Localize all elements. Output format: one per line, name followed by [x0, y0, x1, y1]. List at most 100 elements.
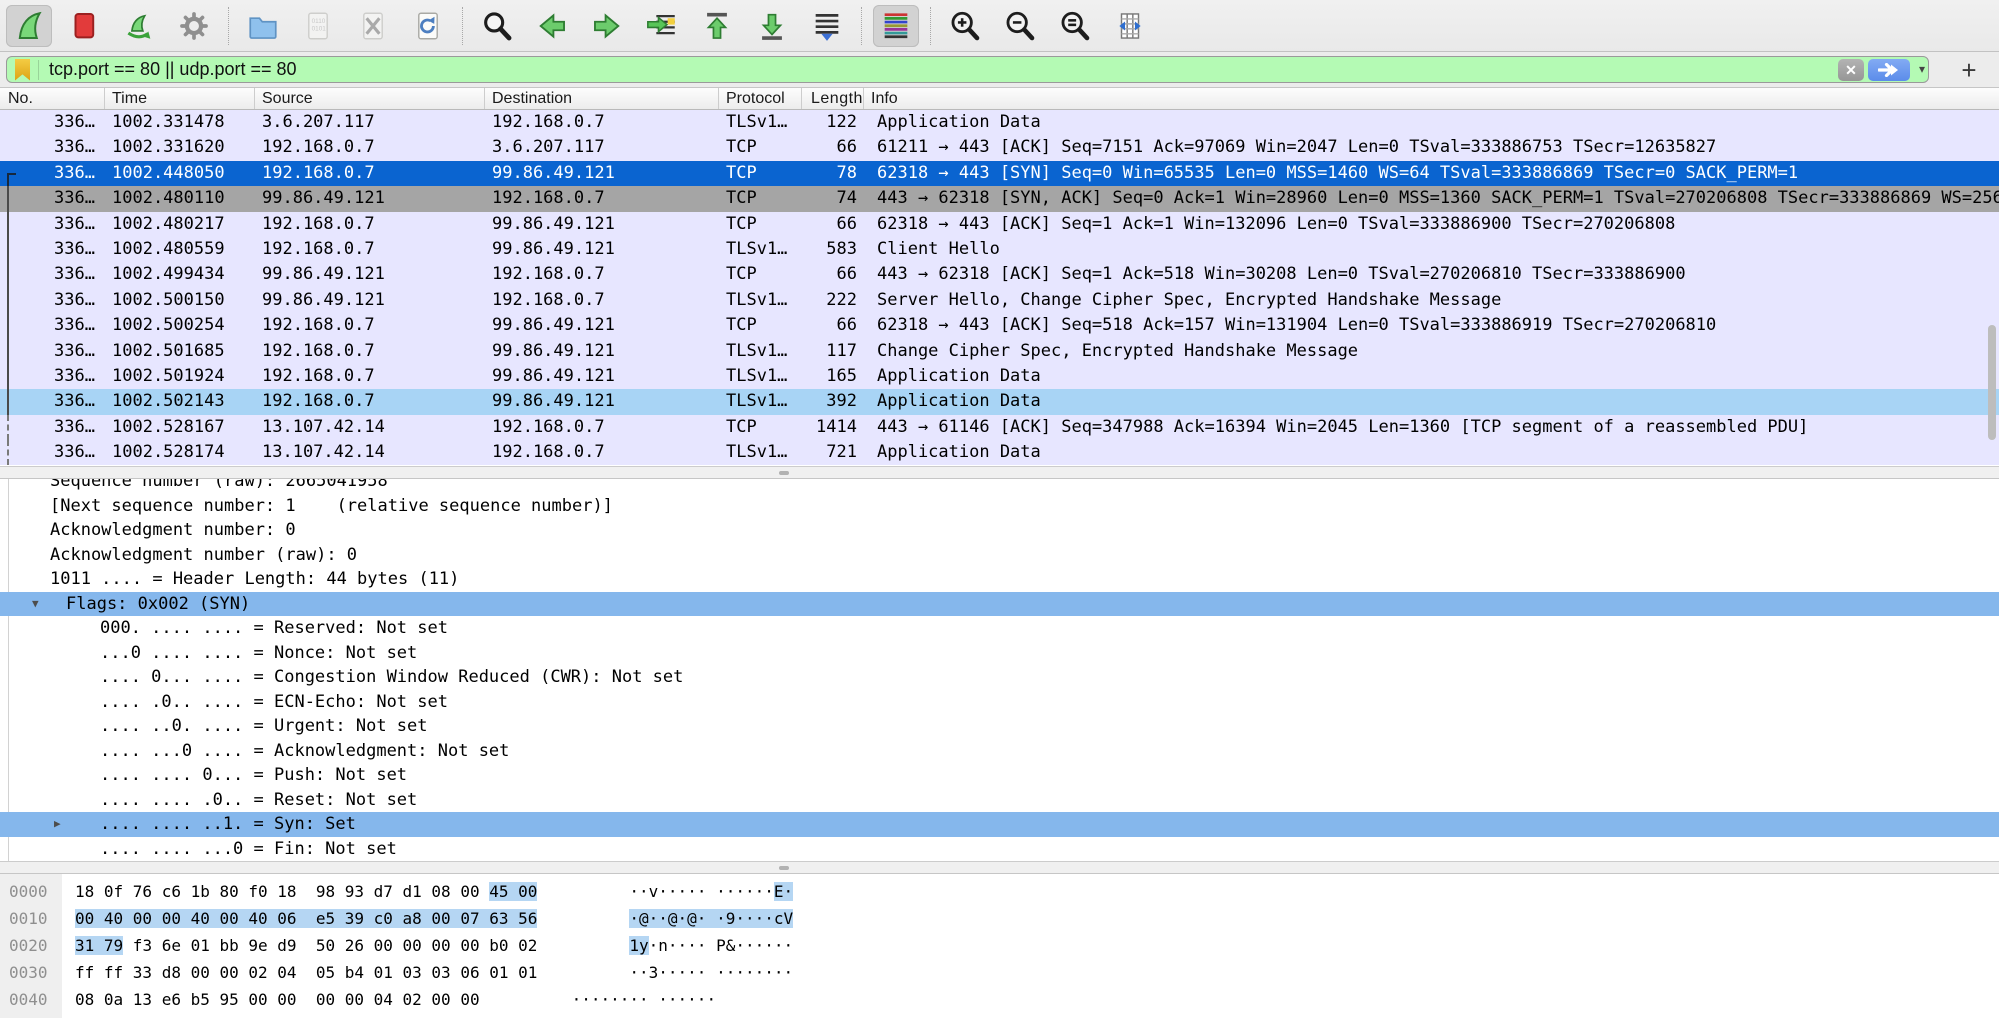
packet-row[interactable]: 336…1002.3314783.6.207.117192.168.0.7TLS…	[0, 110, 1999, 135]
cell-destination: 192.168.0.7	[485, 440, 719, 465]
cell-destination: 192.168.0.7	[485, 186, 719, 211]
capture-options-button[interactable]	[171, 5, 217, 47]
packet-row[interactable]: 336…1002.52817413.107.42.14192.168.0.7TL…	[0, 440, 1999, 465]
detail-line[interactable]: ▼Flags: 0x002 (SYN)	[0, 592, 1999, 617]
detail-line[interactable]: .... ...0 .... = Acknowledgment: Not set	[0, 739, 1999, 764]
filter-dropdown-caret[interactable]: ▾	[1919, 62, 1925, 76]
detail-line[interactable]: ▶.... .... ..1. = Syn: Set	[0, 812, 1999, 837]
packet-row[interactable]: 336…1002.480217192.168.0.799.86.49.121TC…	[0, 212, 1999, 237]
filter-text[interactable]: tcp.port == 80 || udp.port == 80	[49, 59, 297, 80]
packet-row[interactable]: 336…1002.48011099.86.49.121192.168.0.7TC…	[0, 186, 1999, 211]
open-file-button[interactable]	[240, 5, 286, 47]
reload-file-button[interactable]	[405, 5, 451, 47]
clear-filter-button[interactable]: ✕	[1838, 59, 1864, 81]
cell-length: 122	[802, 110, 864, 135]
save-file-button[interactable]: 01100101	[295, 5, 341, 47]
auto-scroll-button[interactable]	[804, 5, 850, 47]
arrow-right-icon	[1878, 63, 1900, 77]
packet-row[interactable]: 336…1002.501924192.168.0.799.86.49.121TL…	[0, 364, 1999, 389]
go-back-button[interactable]	[529, 5, 575, 47]
colorize-button[interactable]	[873, 5, 919, 47]
zoom-in-button[interactable]	[942, 5, 988, 47]
zoom-reset-button[interactable]	[1052, 5, 1098, 47]
hex-row[interactable]: 004008 0a 13 e6 b5 95 00 00 00 00 04 02 …	[0, 986, 1999, 1013]
splitter-bottom[interactable]	[0, 861, 1999, 874]
column-header-protocol[interactable]: Protocol	[719, 88, 802, 109]
packet-row[interactable]: 336…1002.331620192.168.0.73.6.207.117TCP…	[0, 135, 1999, 160]
detail-line[interactable]: .... .... .0.. = Reset: Not set	[0, 788, 1999, 813]
restart-capture-button[interactable]	[116, 5, 162, 47]
stop-capture-button[interactable]	[61, 5, 107, 47]
go-last-button[interactable]	[749, 5, 795, 47]
detail-line[interactable]: Sequence number (raw): 2665041958	[0, 479, 1999, 494]
splitter-top[interactable]	[0, 466, 1999, 479]
close-file-button[interactable]	[350, 5, 396, 47]
column-header-no[interactable]: No.	[0, 88, 105, 109]
start-capture-button[interactable]	[6, 5, 52, 47]
detail-line[interactable]: 1011 .... = Header Length: 44 bytes (11)	[0, 567, 1999, 592]
cell-destination: 192.168.0.7	[485, 288, 719, 313]
zoom-in-icon	[948, 9, 982, 43]
detail-text: .... .... 0... = Push: Not set	[0, 763, 1999, 788]
resize-columns-icon	[1113, 9, 1147, 43]
hex-row[interactable]: 000018 0f 76 c6 1b 80 f0 18 98 93 d7 d1 …	[0, 878, 1999, 905]
detail-line[interactable]: Acknowledgment number: 0	[0, 518, 1999, 543]
detail-line[interactable]: Acknowledgment number (raw): 0	[0, 543, 1999, 568]
cell-time: 1002.501685	[105, 339, 255, 364]
go-to-packet-button[interactable]	[639, 5, 685, 47]
zoom-out-button[interactable]	[997, 5, 1043, 47]
go-first-button[interactable]	[694, 5, 740, 47]
cell-time: 1002.331478	[105, 110, 255, 135]
apply-filter-button[interactable]	[1868, 59, 1910, 81]
go-first-icon	[700, 9, 734, 43]
go-forward-icon	[590, 9, 624, 43]
packet-row[interactable]: 336…1002.502143192.168.0.799.86.49.121TL…	[0, 389, 1999, 414]
detail-line[interactable]: .... .... ...0 = Fin: Not set	[0, 837, 1999, 862]
packet-row[interactable]: 336…1002.49943499.86.49.121192.168.0.7TC…	[0, 262, 1999, 287]
hex-row[interactable]: 001000 40 00 00 40 00 40 06 e5 39 c0 a8 …	[0, 905, 1999, 932]
packet-row[interactable]: 336…1002.50015099.86.49.121192.168.0.7TL…	[0, 288, 1999, 313]
column-header-info[interactable]: Info	[864, 88, 1999, 109]
column-header-length[interactable]: Length	[802, 88, 864, 109]
related-packet-mark	[7, 339, 16, 364]
packet-row[interactable]: 336…1002.500254192.168.0.799.86.49.121TC…	[0, 313, 1999, 338]
save-file-icon: 01100101	[301, 9, 335, 43]
detail-text: Sequence number (raw): 2665041958	[0, 479, 1999, 494]
column-header-time[interactable]: Time	[105, 88, 255, 109]
collapse-icon[interactable]: ▼	[32, 592, 39, 617]
packet-row[interactable]: 336…1002.501685192.168.0.799.86.49.121TL…	[0, 339, 1999, 364]
packet-row[interactable]: 336…1002.52816713.107.42.14192.168.0.7TC…	[0, 415, 1999, 440]
go-forward-button[interactable]	[584, 5, 630, 47]
detail-line[interactable]: ...0 .... .... = Nonce: Not set	[0, 641, 1999, 666]
expand-icon[interactable]: ▶	[54, 812, 61, 837]
related-packet-mark	[7, 212, 16, 237]
packet-row[interactable]: 336…1002.480559192.168.0.799.86.49.121TL…	[0, 237, 1999, 262]
detail-line[interactable]: .... .... 0... = Push: Not set	[0, 763, 1999, 788]
hex-row[interactable]: 002031 79 f3 6e 01 bb 9e d9 50 26 00 00 …	[0, 932, 1999, 959]
detail-line[interactable]: .... ..0. .... = Urgent: Not set	[0, 714, 1999, 739]
restart-capture-icon	[122, 9, 156, 43]
cell-source: 3.6.207.117	[255, 110, 485, 135]
bookmark-icon[interactable]	[15, 59, 30, 81]
splitter-handle-icon	[779, 866, 789, 870]
packet-list-scrollbar[interactable]	[1988, 325, 1996, 440]
find-packet-button[interactable]	[474, 5, 520, 47]
add-filter-button[interactable]: +	[1953, 54, 1985, 86]
detail-line[interactable]: 000. .... .... = Reserved: Not set	[0, 616, 1999, 641]
packet-row[interactable]: 336…1002.448050192.168.0.799.86.49.121TC…	[0, 161, 1999, 186]
cell-protocol: TCP	[719, 212, 802, 237]
column-header-destination[interactable]: Destination	[485, 88, 719, 109]
detail-line[interactable]: .... .0.. .... = ECN-Echo: Not set	[0, 690, 1999, 715]
detail-text: .... ..0. .... = Urgent: Not set	[0, 714, 1999, 739]
stop-capture-icon	[67, 9, 101, 43]
display-filter-input[interactable]: tcp.port == 80 || udp.port == 80 ✕ ▾	[6, 56, 1929, 83]
cell-protocol: TLSv1…	[719, 440, 802, 465]
hex-row[interactable]: 0030ff ff 33 d8 00 00 02 04 05 b4 01 03 …	[0, 959, 1999, 986]
detail-line[interactable]: .... 0... .... = Congestion Window Reduc…	[0, 665, 1999, 690]
detail-text: ...0 .... .... = Nonce: Not set	[0, 641, 1999, 666]
column-header-source[interactable]: Source	[255, 88, 485, 109]
hex-offset: 0040	[0, 986, 62, 1013]
resize-columns-button[interactable]	[1107, 5, 1153, 47]
detail-line[interactable]: [Next sequence number: 1 (relative seque…	[0, 494, 1999, 519]
related-packet-mark	[7, 237, 16, 262]
